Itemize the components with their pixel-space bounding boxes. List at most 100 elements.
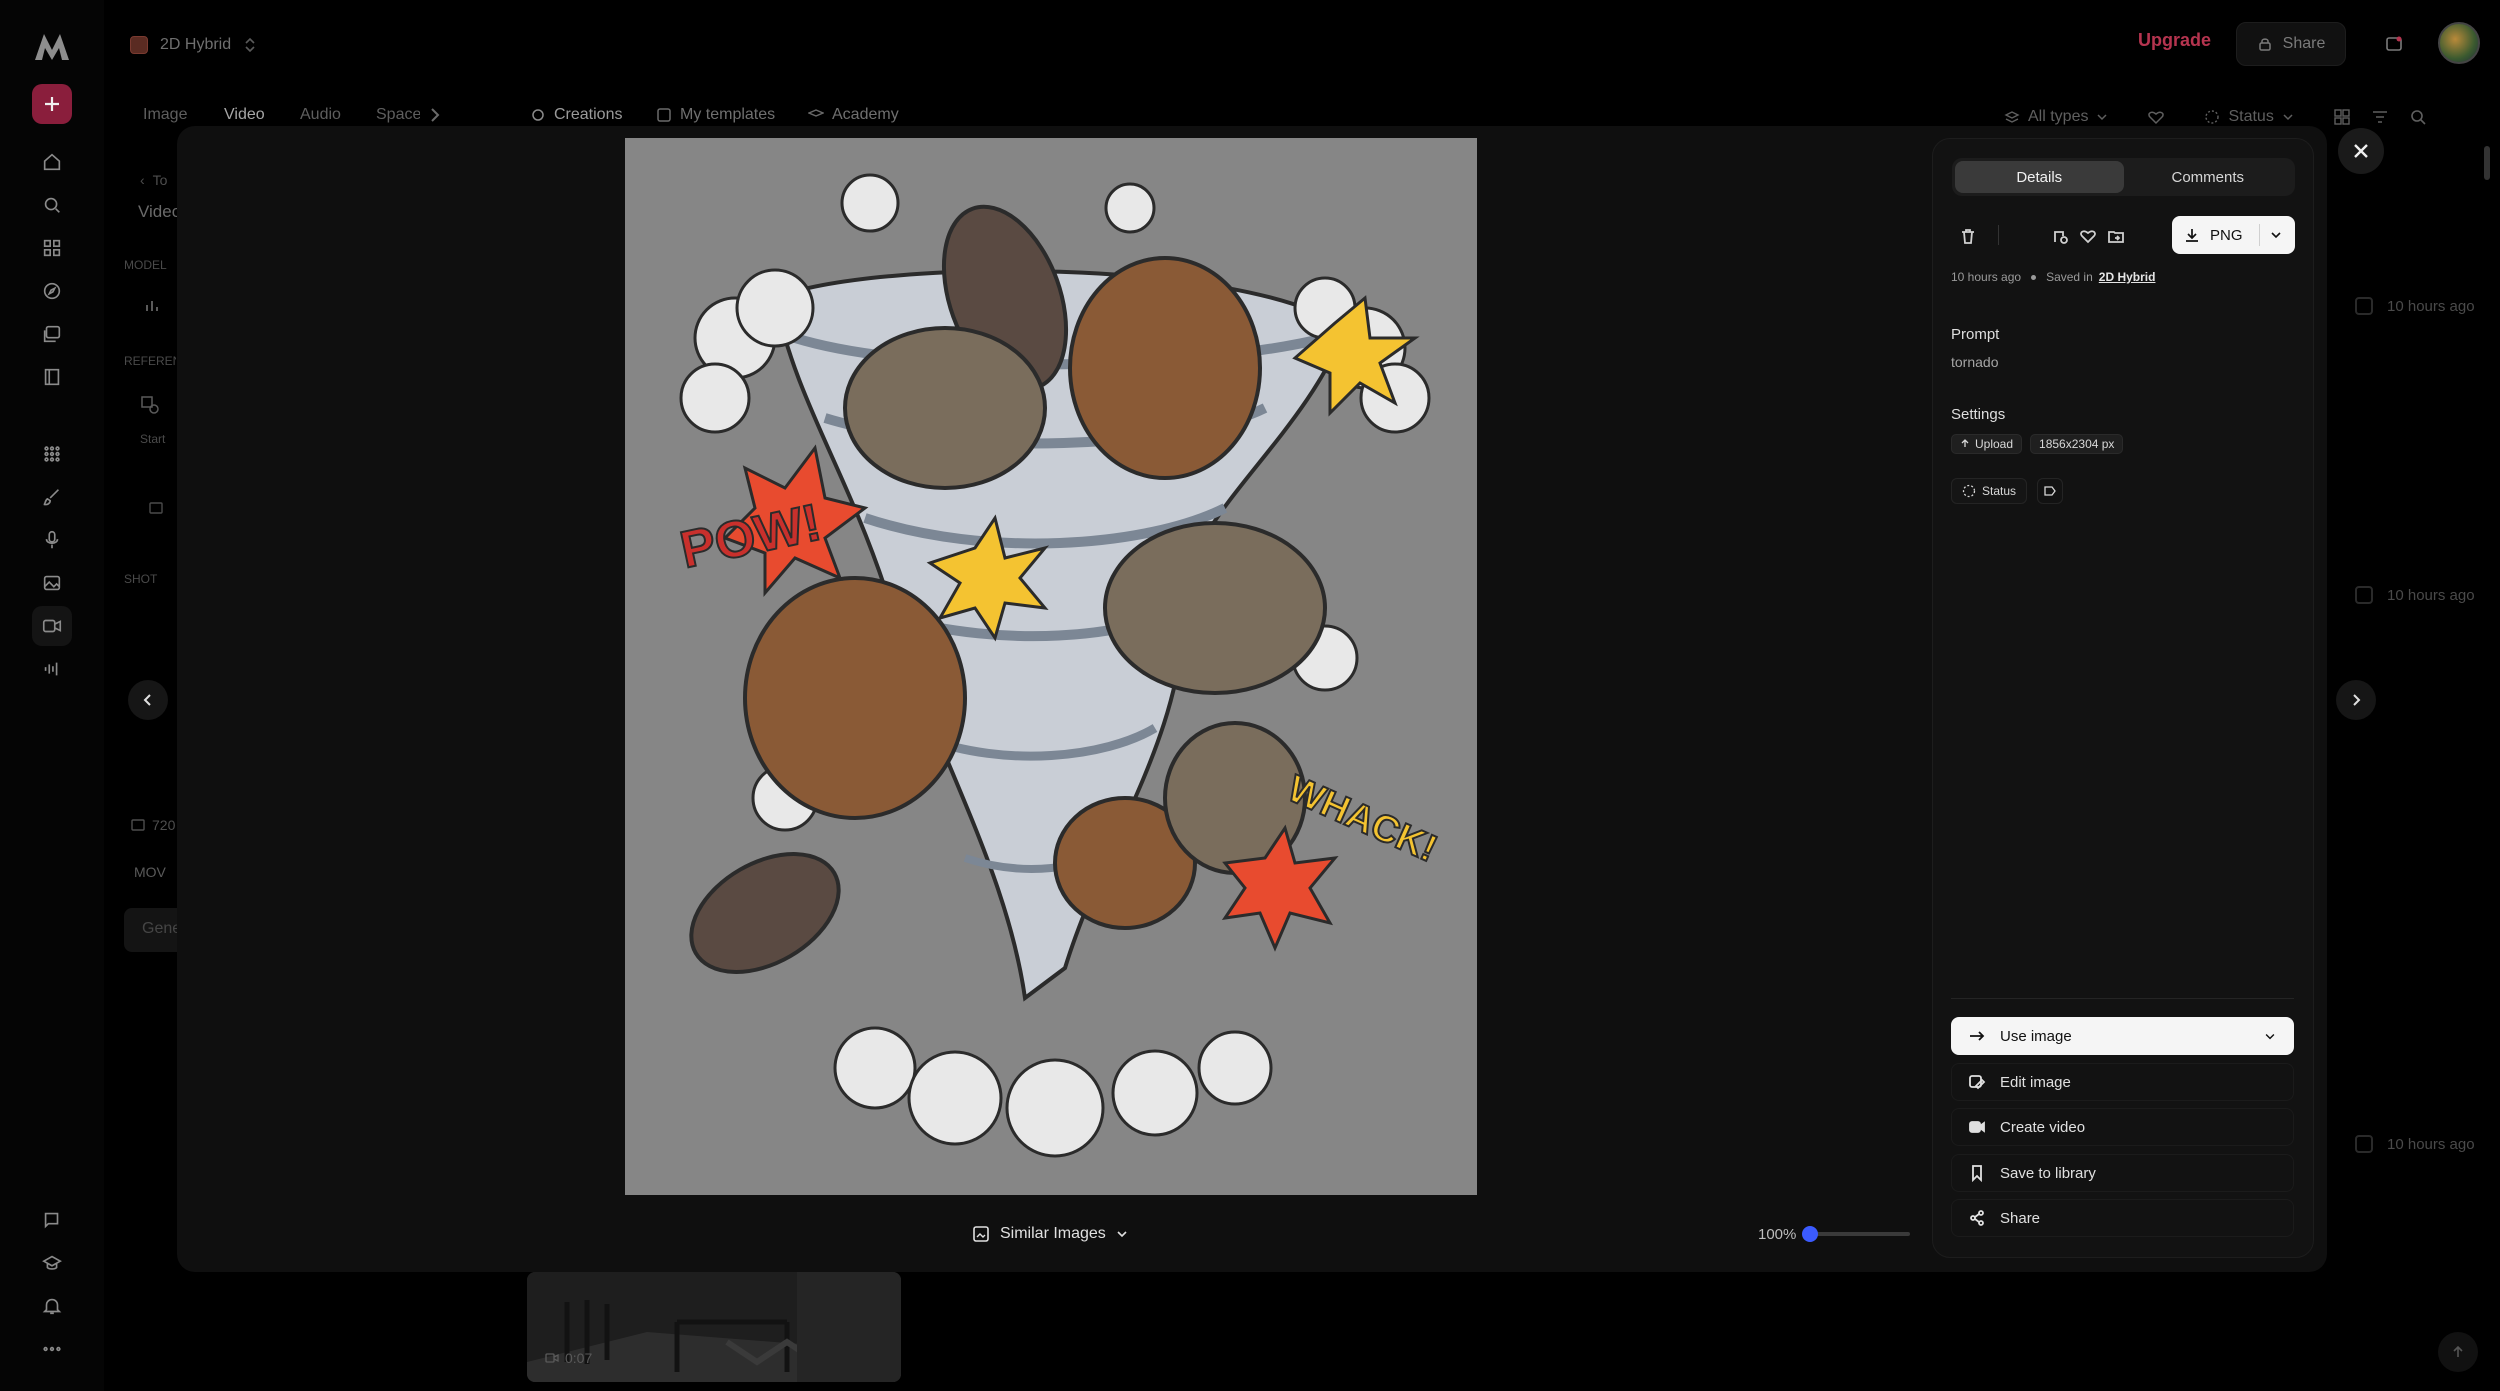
use-image-button[interactable]: Use image [1951,1017,2294,1055]
save-to-library-button[interactable]: Save to library [1951,1154,2294,1192]
move-to-folder-icon[interactable] [2104,224,2128,248]
new-button[interactable] [32,84,72,124]
avatar[interactable] [2438,22,2480,64]
scroll-to-top-button[interactable] [2438,1332,2478,1372]
chevron-down-icon [2283,114,2293,121]
all-types-dropdown[interactable]: All types [2004,108,2108,126]
search-gallery-icon[interactable] [2408,107,2428,127]
details-tabs: Details Comments [1952,158,2295,196]
tab-audio[interactable]: Audio [300,106,341,124]
remix-icon[interactable] [2048,224,2072,248]
zoom-slider-handle[interactable] [1802,1226,1819,1242]
video-icon[interactable] [32,606,72,646]
project-selector[interactable]: 2D Hybrid [130,28,257,62]
feedback-icon[interactable] [32,1200,72,1240]
delete-icon[interactable] [1956,224,1980,248]
back-link[interactable]: ‹ To [140,172,167,188]
zoom-slider[interactable] [1802,1226,1911,1242]
filter-icon[interactable] [2370,107,2390,127]
tag-button[interactable] [2037,478,2064,504]
select-checkbox[interactable] [2355,586,2373,604]
updates-icon [2386,36,2402,51]
share-label: Share [2282,35,2326,52]
explore-icon[interactable] [32,271,72,311]
status-filter-dropdown[interactable]: Status [2204,108,2293,126]
apps-icon[interactable] [32,228,72,268]
library-icon[interactable] [32,357,72,397]
tab-creations[interactable]: Creations [530,106,622,124]
tab-comments[interactable]: Comments [2124,161,2293,193]
generate-button[interactable]: Gene [124,908,184,952]
scrollbar[interactable] [2484,146,2490,180]
chevron-left-icon [143,694,151,706]
image-icon[interactable] [32,563,72,603]
status-icon [1962,484,1976,498]
similar-images-dropdown[interactable]: Similar Images [972,1220,1128,1248]
previous-button[interactable] [128,680,168,720]
favorites-filter-icon[interactable] [2146,107,2166,127]
settings-title: Settings [1951,406,2006,423]
reference-icon[interactable] [140,395,160,415]
similar-images-icon [973,1226,989,1242]
create-video-button[interactable]: Create video [1951,1108,2294,1146]
microphone-icon[interactable] [32,520,72,560]
download-format-label: PNG [2210,226,2243,244]
meta-separator [2031,274,2037,280]
favorite-icon[interactable] [2076,224,2100,248]
project-name: 2D Hybrid [160,36,232,53]
tab-my-templates[interactable]: My templates [656,106,775,124]
audio-icon[interactable] [32,649,72,689]
edit-image-button[interactable]: Edit image [1951,1063,2294,1101]
next-button[interactable] [2336,680,2376,720]
status-filter-label: Status [2228,108,2274,125]
saved-in-link[interactable]: 2D Hybrid [2099,270,2156,284]
image-meta: 10 hours ago Saved in 2D Hybrid [1951,270,2155,284]
status-row: Status [1951,478,2064,504]
image-slot-icon[interactable] [148,500,164,516]
saved-in-label: Saved in [2046,270,2093,284]
project-color-swatch [130,36,148,54]
share-image-button[interactable]: Share [1951,1199,2294,1237]
home-icon[interactable] [32,142,72,182]
generated-image[interactable]: POW! WHACK! [625,138,1477,1195]
prompt-title: Prompt [1951,326,2000,343]
bg-time-text: 10 hours ago [2387,586,2475,604]
upgrade-link[interactable]: Upgrade [2138,30,2211,51]
tab-image[interactable]: Image [143,106,187,124]
grid-view-icon[interactable] [2332,107,2352,127]
tag-icon [2044,486,2056,496]
size-chip: 1856x2304 px [2030,434,2124,454]
academy-icon[interactable] [32,1243,72,1283]
tab-academy[interactable]: Academy [808,106,899,124]
status-button[interactable]: Status [1951,478,2028,504]
grid-tools-icon[interactable] [32,434,72,474]
share-button[interactable]: Share [2236,22,2346,66]
tabs-scroll-right-icon[interactable] [426,104,444,126]
actions-divider [1951,998,2294,999]
bell-icon[interactable] [32,1286,72,1326]
more-icon[interactable] [32,1329,72,1369]
layers-icon[interactable] [32,314,72,354]
upload-chip: Upload [1951,434,2023,454]
chevron-down-icon[interactable] [2270,229,2282,241]
resolution-option[interactable]: 720 [130,817,175,833]
arrow-up-icon [2453,1345,2463,1357]
updates-button[interactable] [2372,22,2416,66]
creations-icon [532,109,544,121]
brush-icon[interactable] [32,477,72,517]
thumb-duration: 0:07 [545,1350,592,1366]
select-checkbox[interactable] [2355,1135,2373,1153]
select-checkbox[interactable] [2355,297,2373,315]
close-button[interactable] [2338,128,2384,174]
logo-icon[interactable] [32,28,72,64]
download-button[interactable]: PNG [2172,216,2295,254]
tab-spaces[interactable]: Spaces [376,106,420,124]
bg-time-text: 10 hours ago [2387,1135,2475,1153]
tab-details[interactable]: Details [1955,161,2124,193]
chevron-down-icon [1117,1231,1127,1238]
search-icon[interactable] [32,185,72,225]
tab-video[interactable]: Video [224,106,265,124]
bookmark-icon [1972,1165,1982,1182]
format-option[interactable]: MOV [134,864,166,880]
layers-filter-icon [2004,111,2020,123]
